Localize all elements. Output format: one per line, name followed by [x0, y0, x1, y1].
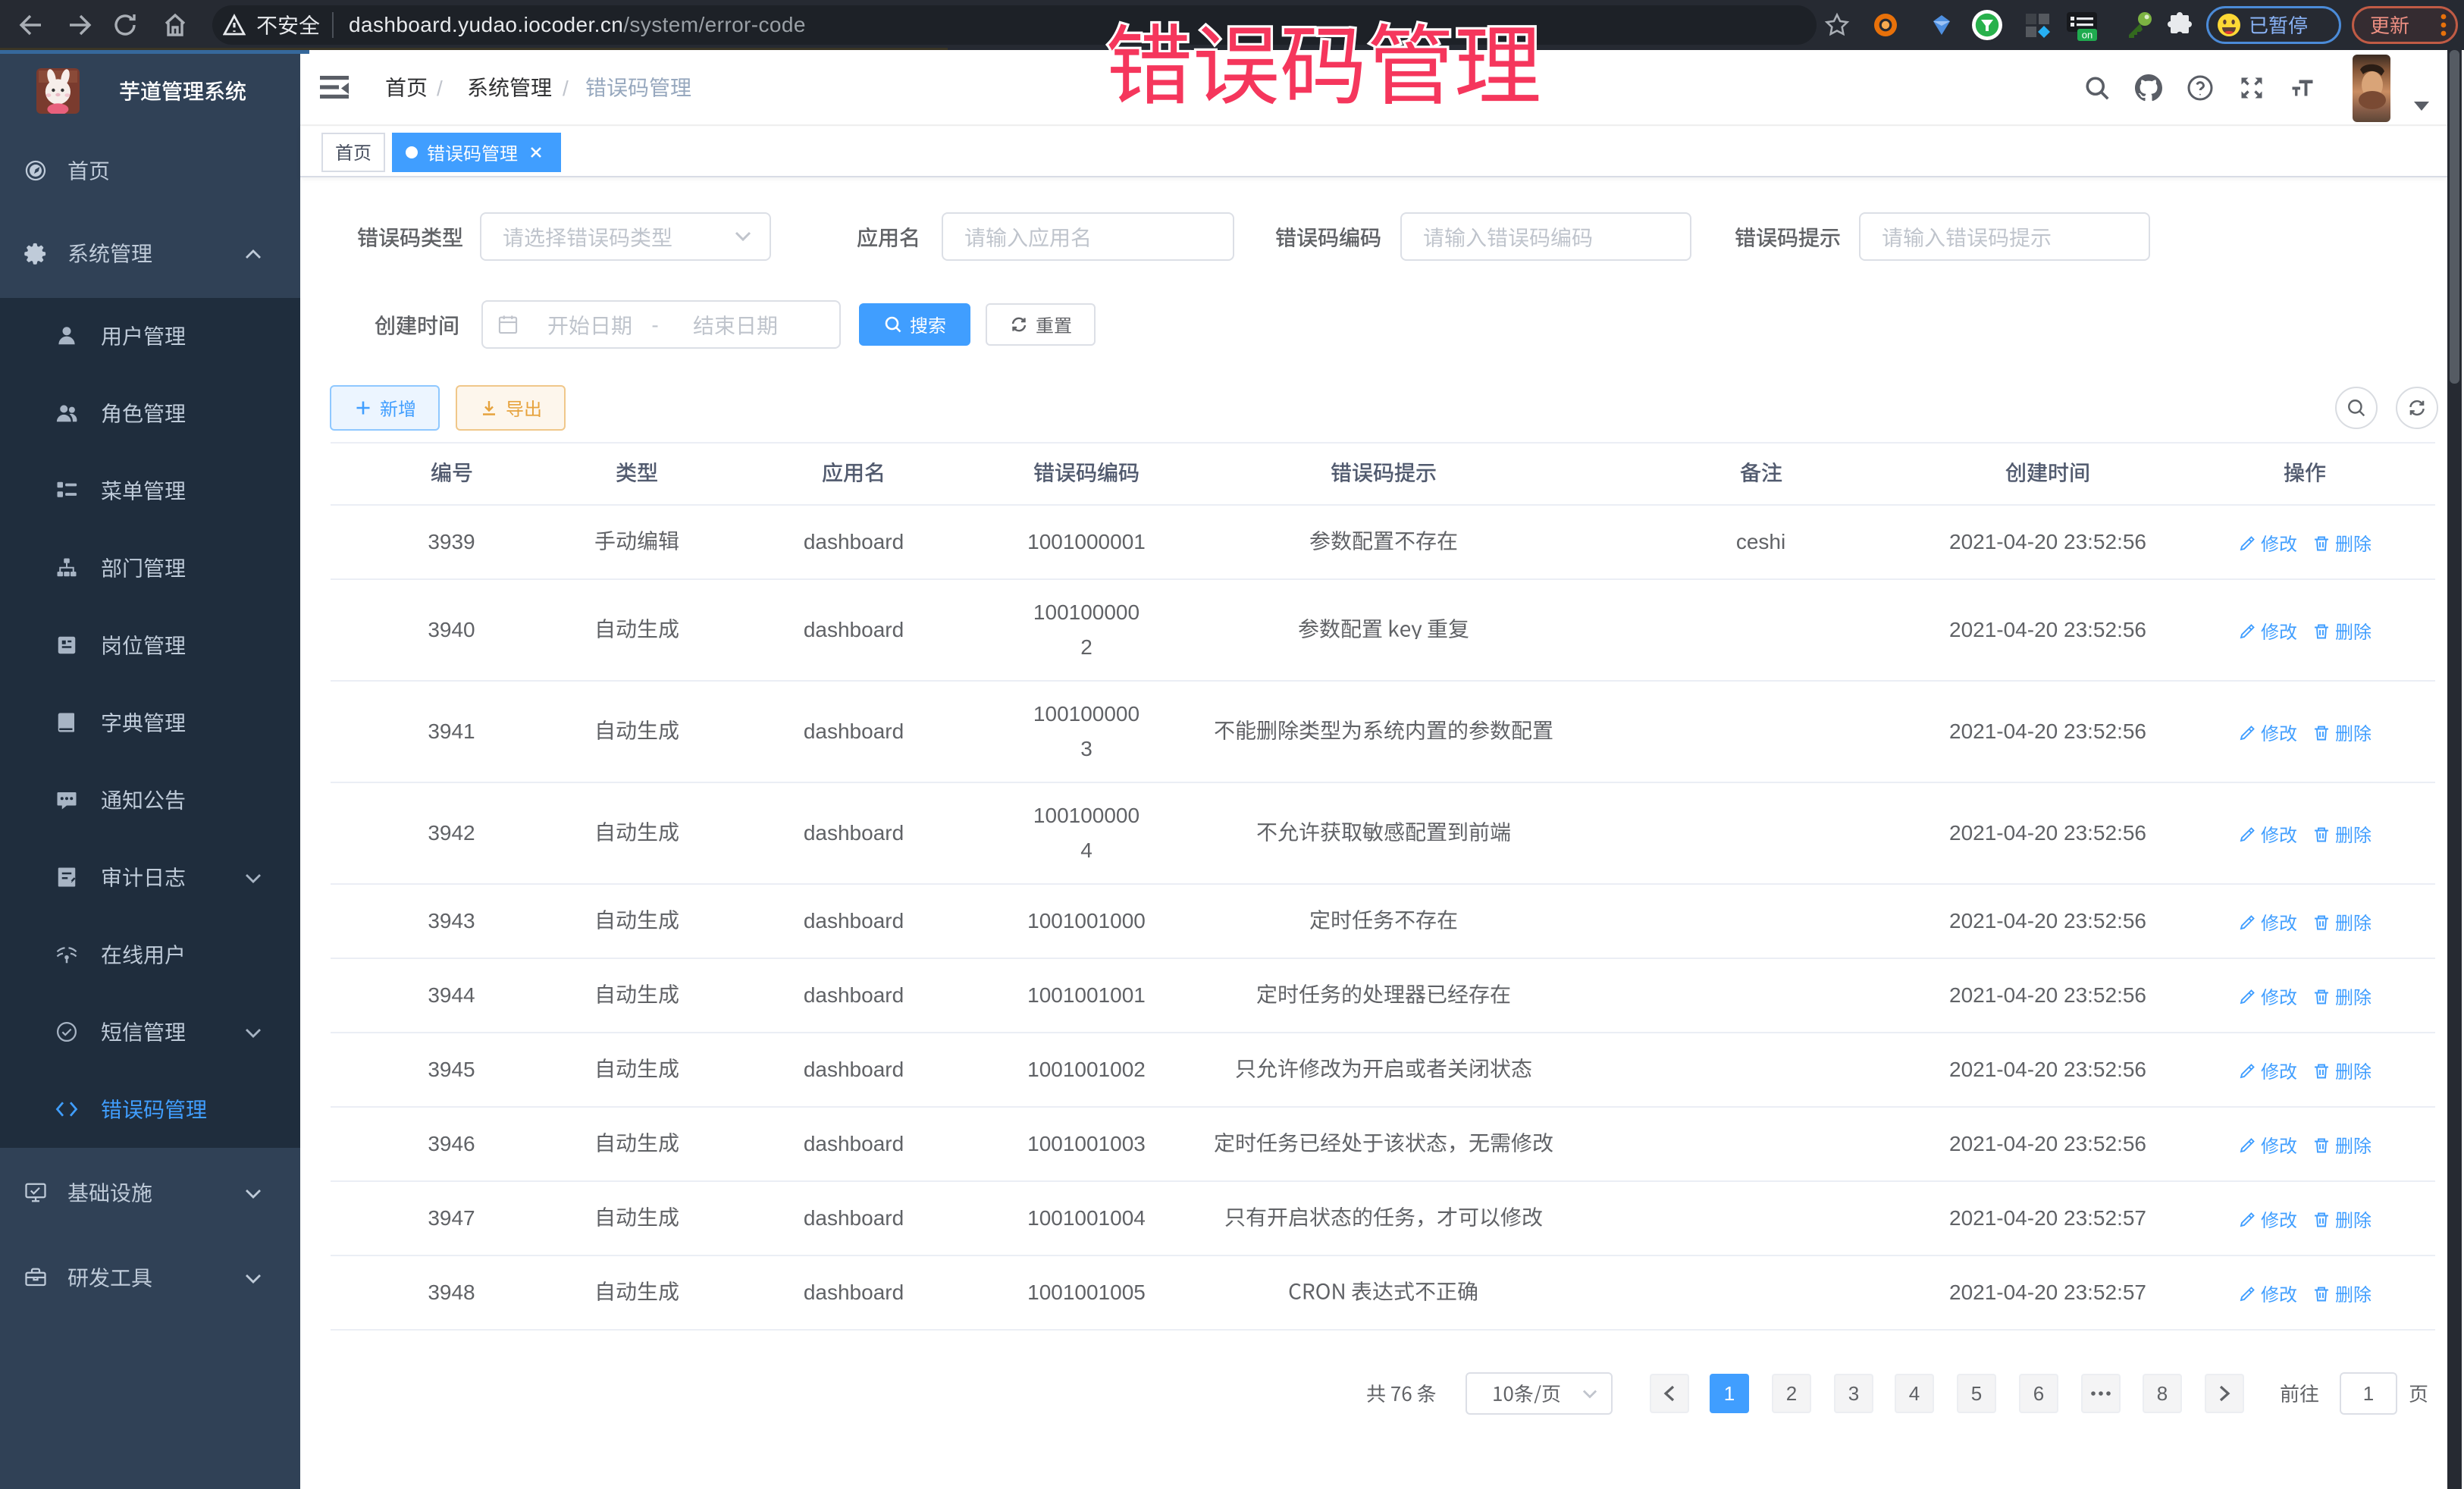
svg-text:on: on — [2082, 30, 2093, 41]
